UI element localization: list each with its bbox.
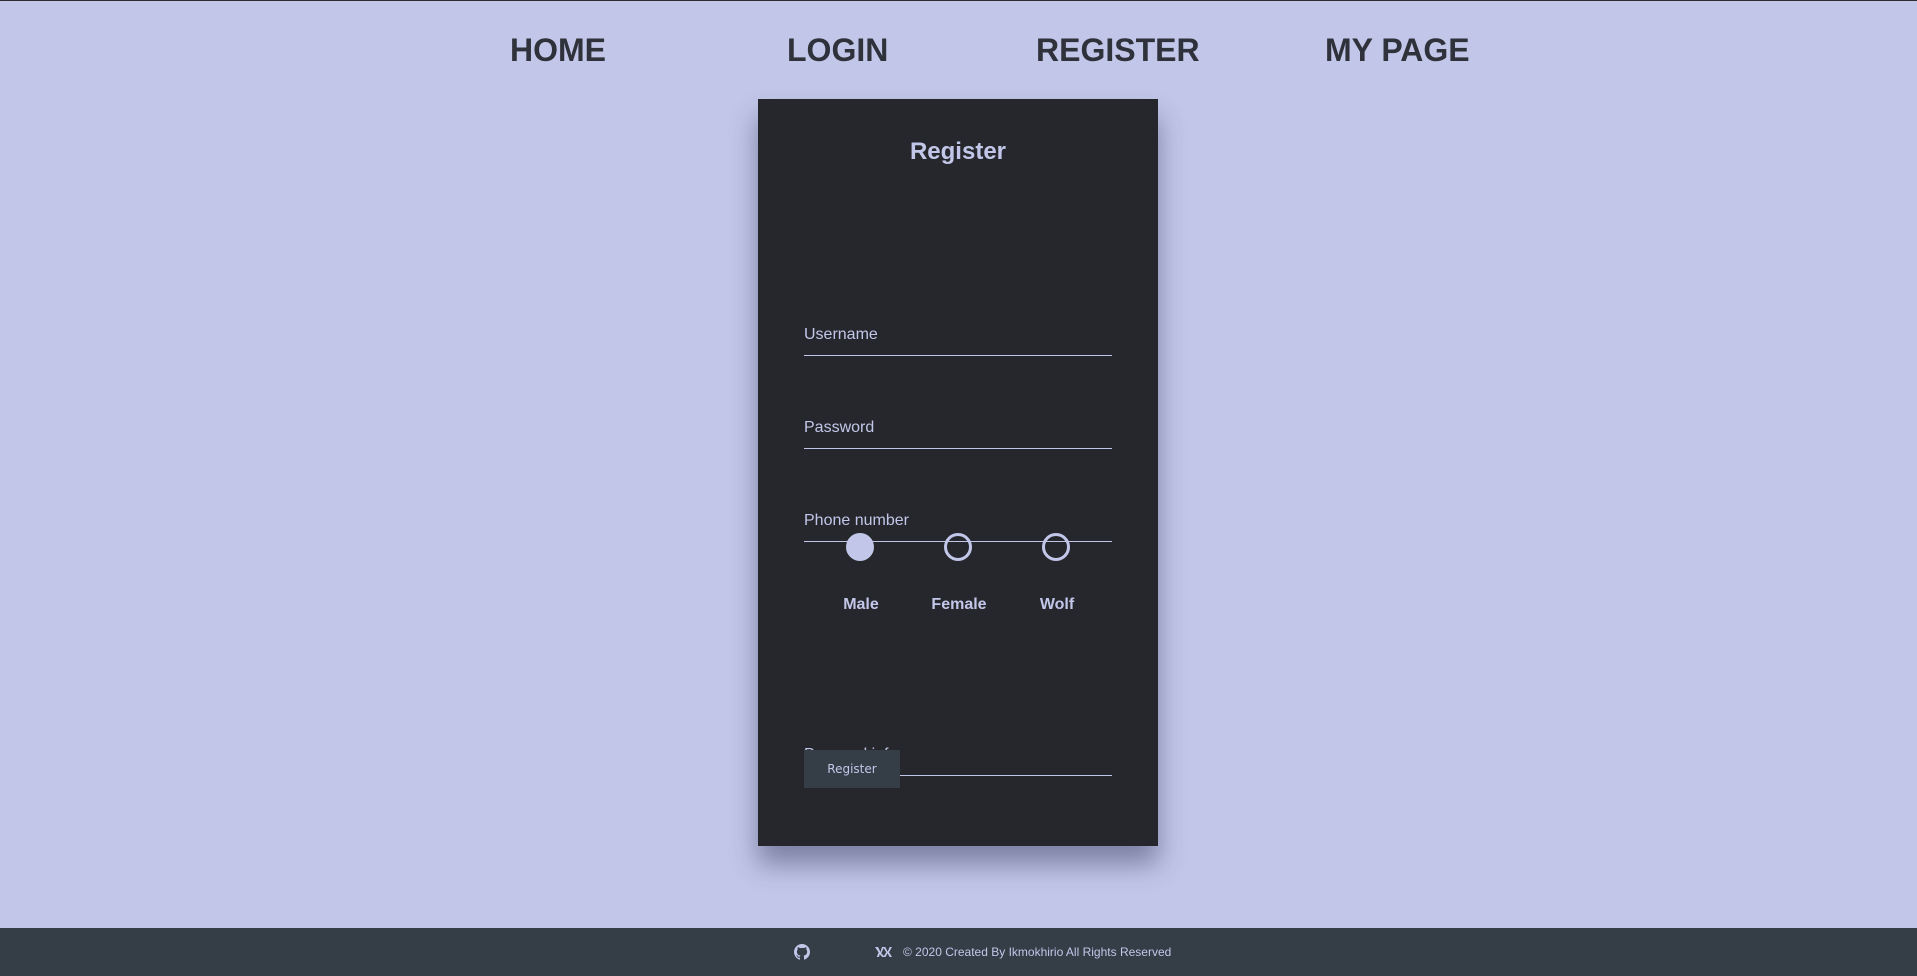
register-submit-button[interactable]: Register: [804, 750, 900, 788]
username-input[interactable]: [804, 315, 1112, 355]
nav-home-link[interactable]: HOME: [510, 30, 606, 70]
username-field-wrapper: [804, 315, 1112, 356]
gender-radio-group: Male Female Wolf: [804, 533, 1112, 623]
radio-wolf[interactable]: [1042, 533, 1070, 561]
radio-label-female: Female: [931, 596, 987, 613]
password-input[interactable]: [804, 408, 1112, 448]
footer: © 2020 Created By Ikmokhirio All Rights …: [0, 928, 1917, 976]
radio-male-checked[interactable]: [846, 533, 874, 561]
form-title: Register: [909, 138, 1007, 165]
nav-register-link[interactable]: REGISTER: [1036, 30, 1200, 70]
nav-login-link[interactable]: LOGIN: [787, 30, 888, 70]
radio-option-female[interactable]: Female: [910, 533, 1008, 623]
register-card: Register Male Female Wolf Register: [758, 99, 1158, 846]
github-icon[interactable]: [794, 944, 810, 964]
radio-option-male[interactable]: Male: [812, 533, 910, 623]
copyright-text: © 2020 Created By Ikmokhirio All Rights …: [903, 945, 1172, 959]
radio-option-wolf[interactable]: Wolf: [1008, 533, 1106, 623]
radio-label-wolf: Wolf: [1039, 596, 1075, 613]
radio-label-male: Male: [843, 596, 879, 613]
nav-my-page-link[interactable]: MY PAGE: [1325, 30, 1470, 70]
main-nav: HOME LOGIN REGISTER MY PAGE: [0, 30, 1917, 70]
radio-female[interactable]: [944, 533, 972, 561]
password-field-wrapper: [804, 408, 1112, 449]
vk-icon[interactable]: [874, 944, 892, 964]
top-border: [0, 0, 1917, 1]
